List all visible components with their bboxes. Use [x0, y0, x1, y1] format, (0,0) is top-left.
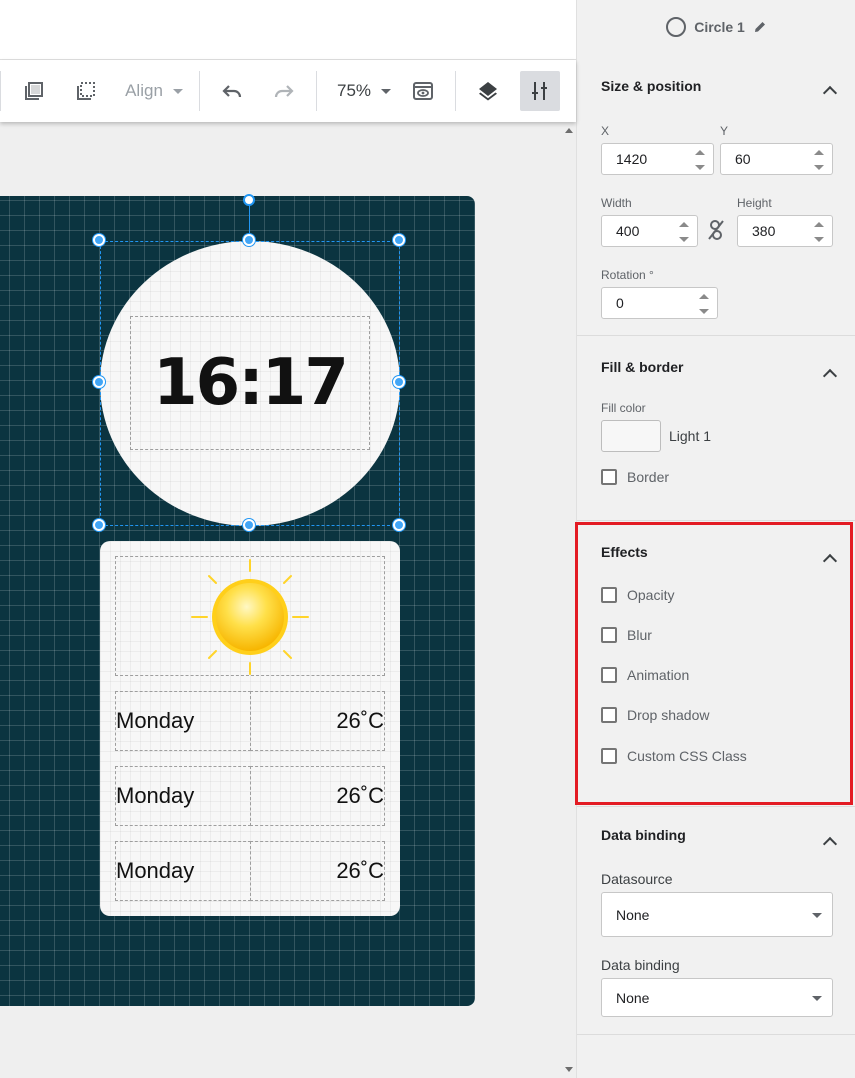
resize-handle-bottom-left[interactable]	[93, 519, 105, 531]
height-input[interactable]: 380	[737, 215, 833, 247]
weather-icon-widget[interactable]	[115, 556, 385, 676]
fill-border-title: Fill & border	[601, 359, 684, 375]
zoom-dropdown[interactable]: 75%	[332, 76, 396, 106]
border-checkbox-row[interactable]: Border	[601, 469, 669, 485]
data-binding-value: None	[616, 989, 650, 1006]
stepper-icon[interactable]	[699, 294, 709, 314]
top-bar	[0, 0, 576, 60]
forecast-temp: 26˚C	[250, 691, 385, 751]
y-label: Y	[720, 124, 729, 138]
resize-handle-bottom-right[interactable]	[393, 519, 405, 531]
bring-forward-icon	[25, 82, 43, 100]
fill-color-swatch[interactable]	[601, 420, 661, 452]
align-dropdown[interactable]: Align	[118, 76, 190, 106]
width-input[interactable]: 400	[601, 215, 698, 247]
resize-handle-left[interactable]	[93, 376, 105, 388]
datasource-label: Datasource	[601, 871, 673, 887]
stepper-icon[interactable]	[679, 222, 689, 242]
collapse-size-position-icon[interactable]	[822, 85, 838, 101]
resize-handle-bottom[interactable]	[243, 519, 255, 531]
forecast-day: Monday	[115, 691, 251, 751]
redo-button[interactable]	[270, 77, 298, 105]
redo-icon	[274, 85, 294, 98]
resize-handle-top-left[interactable]	[93, 234, 105, 246]
rotation-value: 0	[616, 295, 624, 311]
preview-icon	[413, 82, 433, 100]
toolbar-divider	[199, 71, 200, 111]
section-divider	[577, 520, 855, 521]
section-divider	[577, 1034, 855, 1035]
x-value: 1420	[616, 151, 648, 167]
chevron-down-icon	[812, 912, 822, 918]
y-value: 60	[735, 151, 751, 167]
x-label: X	[601, 124, 610, 138]
size-position-title: Size & position	[601, 78, 702, 94]
forecast-day: Monday	[115, 841, 251, 901]
tune-icon	[532, 82, 547, 100]
selection-box	[100, 241, 400, 526]
align-label: Align	[125, 81, 163, 100]
layers-icon	[479, 82, 497, 101]
resize-handle-top[interactable]	[243, 234, 255, 246]
properties-button[interactable]	[520, 71, 560, 111]
toolbar-divider	[0, 71, 1, 111]
rotation-label: Rotation °	[601, 268, 654, 282]
send-backward-icon	[77, 82, 95, 100]
fill-color-label: Fill color	[601, 401, 646, 415]
resize-handle-top-right[interactable]	[393, 234, 405, 246]
stepper-icon[interactable]	[695, 150, 705, 170]
collapse-data-binding-icon[interactable]	[822, 836, 838, 852]
effects-highlight-box	[575, 522, 853, 805]
stepper-icon[interactable]	[814, 150, 824, 170]
data-binding-title: Data binding	[601, 827, 686, 843]
resize-handle-right[interactable]	[393, 376, 405, 388]
width-value: 400	[616, 223, 640, 239]
edit-pencil-icon[interactable]	[753, 20, 767, 34]
data-binding-select[interactable]: None	[601, 978, 833, 1017]
section-divider	[577, 335, 855, 336]
canvas-scrollbar[interactable]	[562, 122, 576, 1078]
datasource-value: None	[616, 906, 650, 923]
width-label: Width	[601, 196, 632, 210]
link-off-icon[interactable]	[707, 219, 725, 241]
sun-icon	[191, 559, 309, 675]
fill-color-name: Light 1	[669, 428, 712, 444]
border-checkbox[interactable]	[601, 469, 617, 485]
y-input[interactable]: 60	[720, 143, 833, 175]
rotation-handle[interactable]	[243, 194, 255, 206]
collapse-fill-border-icon[interactable]	[822, 368, 838, 384]
chevron-down-icon	[172, 88, 183, 94]
height-label: Height	[737, 196, 772, 210]
forecast-day: Monday	[115, 766, 251, 826]
layers-button[interactable]	[474, 77, 502, 105]
datasource-select[interactable]: None	[601, 892, 833, 937]
rotation-input[interactable]: 0	[601, 287, 718, 319]
undo-button[interactable]	[218, 77, 246, 105]
send-backward-button[interactable]	[72, 77, 100, 105]
forecast-temp: 26˚C	[250, 841, 385, 901]
scroll-down-icon[interactable]	[565, 1067, 573, 1072]
element-name: Circle 1	[694, 19, 745, 35]
bring-forward-button[interactable]	[20, 77, 48, 105]
forecast-temp: 26˚C	[250, 766, 385, 826]
chevron-down-icon	[812, 995, 822, 1001]
x-input[interactable]: 1420	[601, 143, 714, 175]
preview-button[interactable]	[409, 77, 437, 105]
border-label: Border	[627, 469, 670, 485]
undo-icon	[222, 85, 242, 98]
toolbar-divider	[455, 71, 456, 111]
data-binding-label: Data binding	[601, 957, 680, 973]
element-header: Circle 1	[577, 0, 855, 54]
stepper-icon[interactable]	[814, 222, 824, 242]
toolbar: Align 75%	[0, 60, 576, 122]
scroll-up-icon[interactable]	[565, 128, 573, 133]
height-value: 380	[752, 223, 776, 239]
chevron-down-icon	[381, 88, 392, 94]
circle-icon	[666, 17, 687, 37]
toolbar-divider	[316, 71, 317, 111]
section-divider	[577, 806, 855, 807]
zoom-label: 75%	[336, 81, 372, 100]
